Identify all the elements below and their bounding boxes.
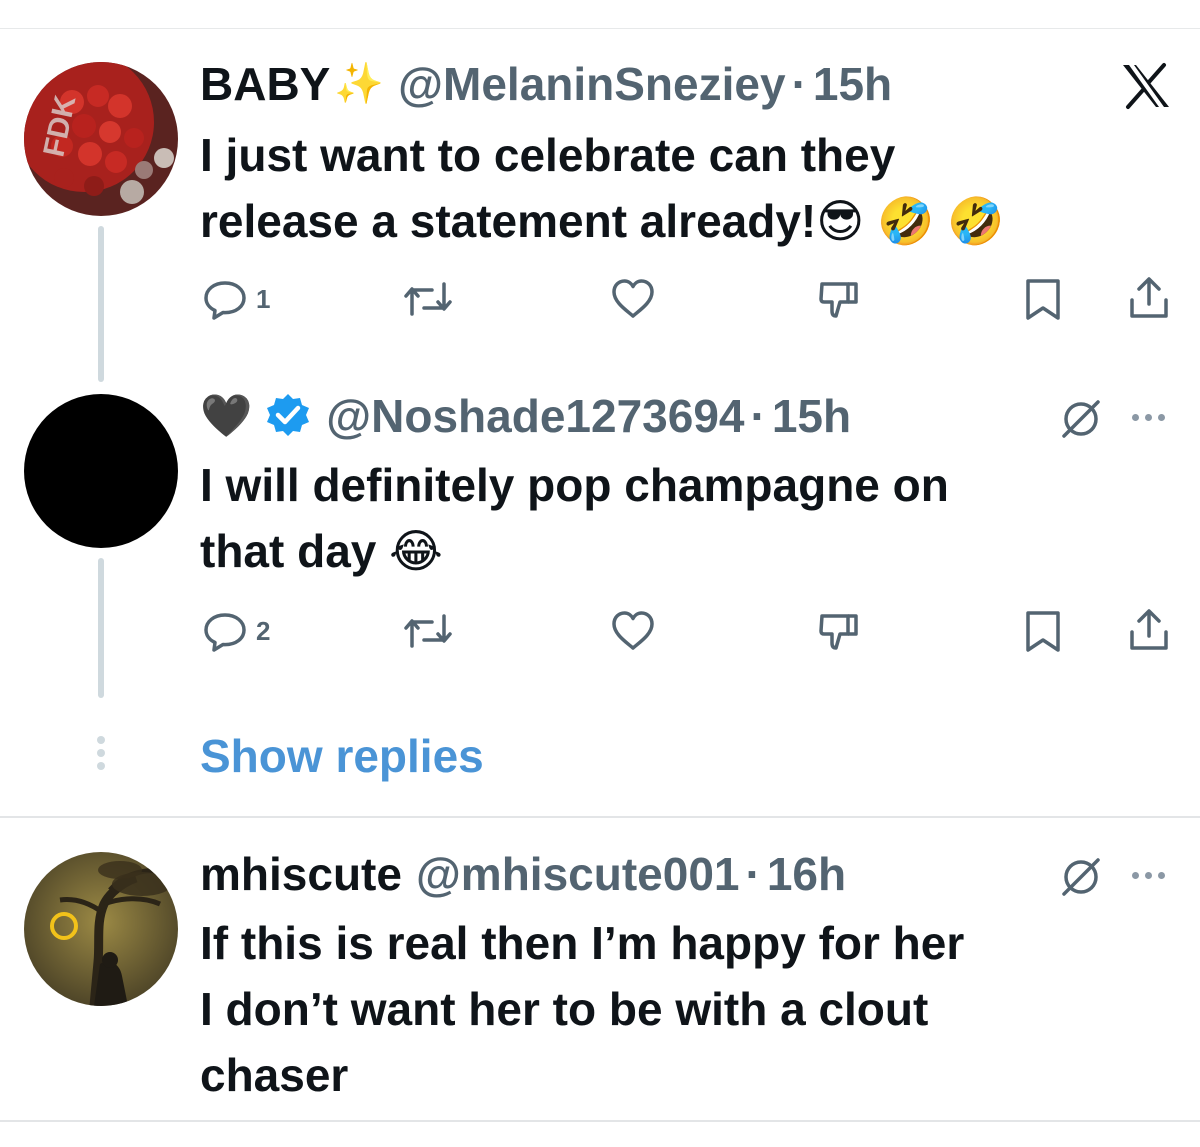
- reply-icon: [200, 274, 250, 324]
- retweet-button[interactable]: [400, 606, 456, 656]
- retweet-icon: [400, 274, 456, 324]
- more-options-icon[interactable]: [1132, 872, 1165, 879]
- reply-count: 1: [256, 283, 271, 314]
- display-name[interactable]: mhiscute: [200, 844, 402, 904]
- avatar-noshade[interactable]: [24, 394, 178, 548]
- black-heart-emoji: 🖤: [200, 392, 253, 439]
- grok-icon: [1058, 854, 1104, 905]
- tweet-text: If this is real then I’m happy for her I…: [200, 910, 964, 1108]
- tweet-text: I will definitely pop champagne on that …: [200, 452, 949, 584]
- tweet-line: If this is real then I’m happy for her: [200, 917, 965, 969]
- tweet-divider: [0, 816, 1200, 818]
- display-name[interactable]: BABY: [200, 54, 330, 114]
- reply-icon: [200, 606, 250, 656]
- tweet-header: BABY ✨ @MelaninSneziey · 15h: [200, 54, 892, 114]
- tweet-line: chaser: [200, 1049, 349, 1101]
- username-handle[interactable]: @Noshade1273694: [326, 386, 744, 446]
- like-icon: [608, 606, 658, 656]
- timestamp[interactable]: 16h: [767, 844, 846, 904]
- dislike-button[interactable]: [814, 606, 864, 656]
- show-replies-link[interactable]: Show replies: [200, 728, 484, 784]
- x-logo-icon[interactable]: [1120, 62, 1172, 110]
- reply-count: 2: [256, 615, 271, 646]
- share-icon: [1124, 274, 1174, 324]
- grok-button[interactable]: [1058, 396, 1104, 447]
- username-handle[interactable]: @mhiscute001: [416, 844, 740, 904]
- separator-dot: ·: [750, 390, 766, 442]
- action-bar: 1: [200, 274, 1180, 324]
- tweet-line: that day 😂: [200, 525, 443, 577]
- retweet-button[interactable]: [400, 274, 456, 324]
- dislike-button[interactable]: [814, 274, 864, 324]
- timestamp[interactable]: 15h: [813, 54, 892, 114]
- thread-line: [98, 226, 104, 382]
- separator-dot: ·: [745, 848, 761, 900]
- share-button[interactable]: [1124, 606, 1174, 656]
- reply-button[interactable]: 2: [200, 606, 270, 656]
- grok-icon: [1058, 396, 1104, 447]
- share-icon: [1124, 606, 1174, 656]
- like-button[interactable]: [608, 606, 658, 656]
- like-icon: [608, 274, 658, 324]
- top-divider: [0, 28, 1200, 29]
- tweet-line: I will definitely pop champagne on: [200, 459, 949, 511]
- bookmark-icon: [1018, 606, 1068, 656]
- dislike-icon: [814, 606, 864, 656]
- like-button[interactable]: [608, 274, 658, 324]
- retweet-icon: [400, 606, 456, 656]
- separator-dot: ·: [791, 58, 807, 110]
- thread-continuation-dots: [96, 736, 106, 772]
- share-button[interactable]: [1124, 274, 1174, 324]
- avatar-baby[interactable]: FDK: [24, 62, 178, 216]
- bookmark-icon: [1018, 274, 1068, 324]
- more-options-icon[interactable]: [1132, 414, 1165, 421]
- grok-button[interactable]: [1058, 854, 1104, 905]
- dislike-icon: [814, 274, 864, 324]
- tweet-header: mhiscute @mhiscute001 · 16h: [200, 844, 846, 904]
- tweet-divider: [0, 1120, 1200, 1122]
- tweet-header: 🖤 @Noshade1273694 · 15h: [200, 386, 851, 446]
- tweet-line: I just want to celebrate can they: [200, 129, 896, 181]
- action-bar: 2: [200, 606, 1180, 656]
- tweet-line: I don’t want her to be with a clout: [200, 983, 929, 1035]
- sparkles-emoji: ✨: [334, 62, 385, 106]
- bookmark-button[interactable]: [1018, 274, 1068, 324]
- tweet-text: I just want to celebrate can they releas…: [200, 122, 1004, 254]
- thread-line: [98, 558, 104, 698]
- timestamp[interactable]: 15h: [772, 386, 851, 446]
- tweet-line: release a statement already!😎 🤣 🤣: [200, 195, 1005, 247]
- bookmark-button[interactable]: [1018, 606, 1068, 656]
- avatar-mhiscute[interactable]: [24, 852, 178, 1006]
- verified-badge-icon: [264, 392, 312, 440]
- reply-button[interactable]: 1: [200, 274, 270, 324]
- username-handle[interactable]: @MelaninSneziey: [398, 54, 785, 114]
